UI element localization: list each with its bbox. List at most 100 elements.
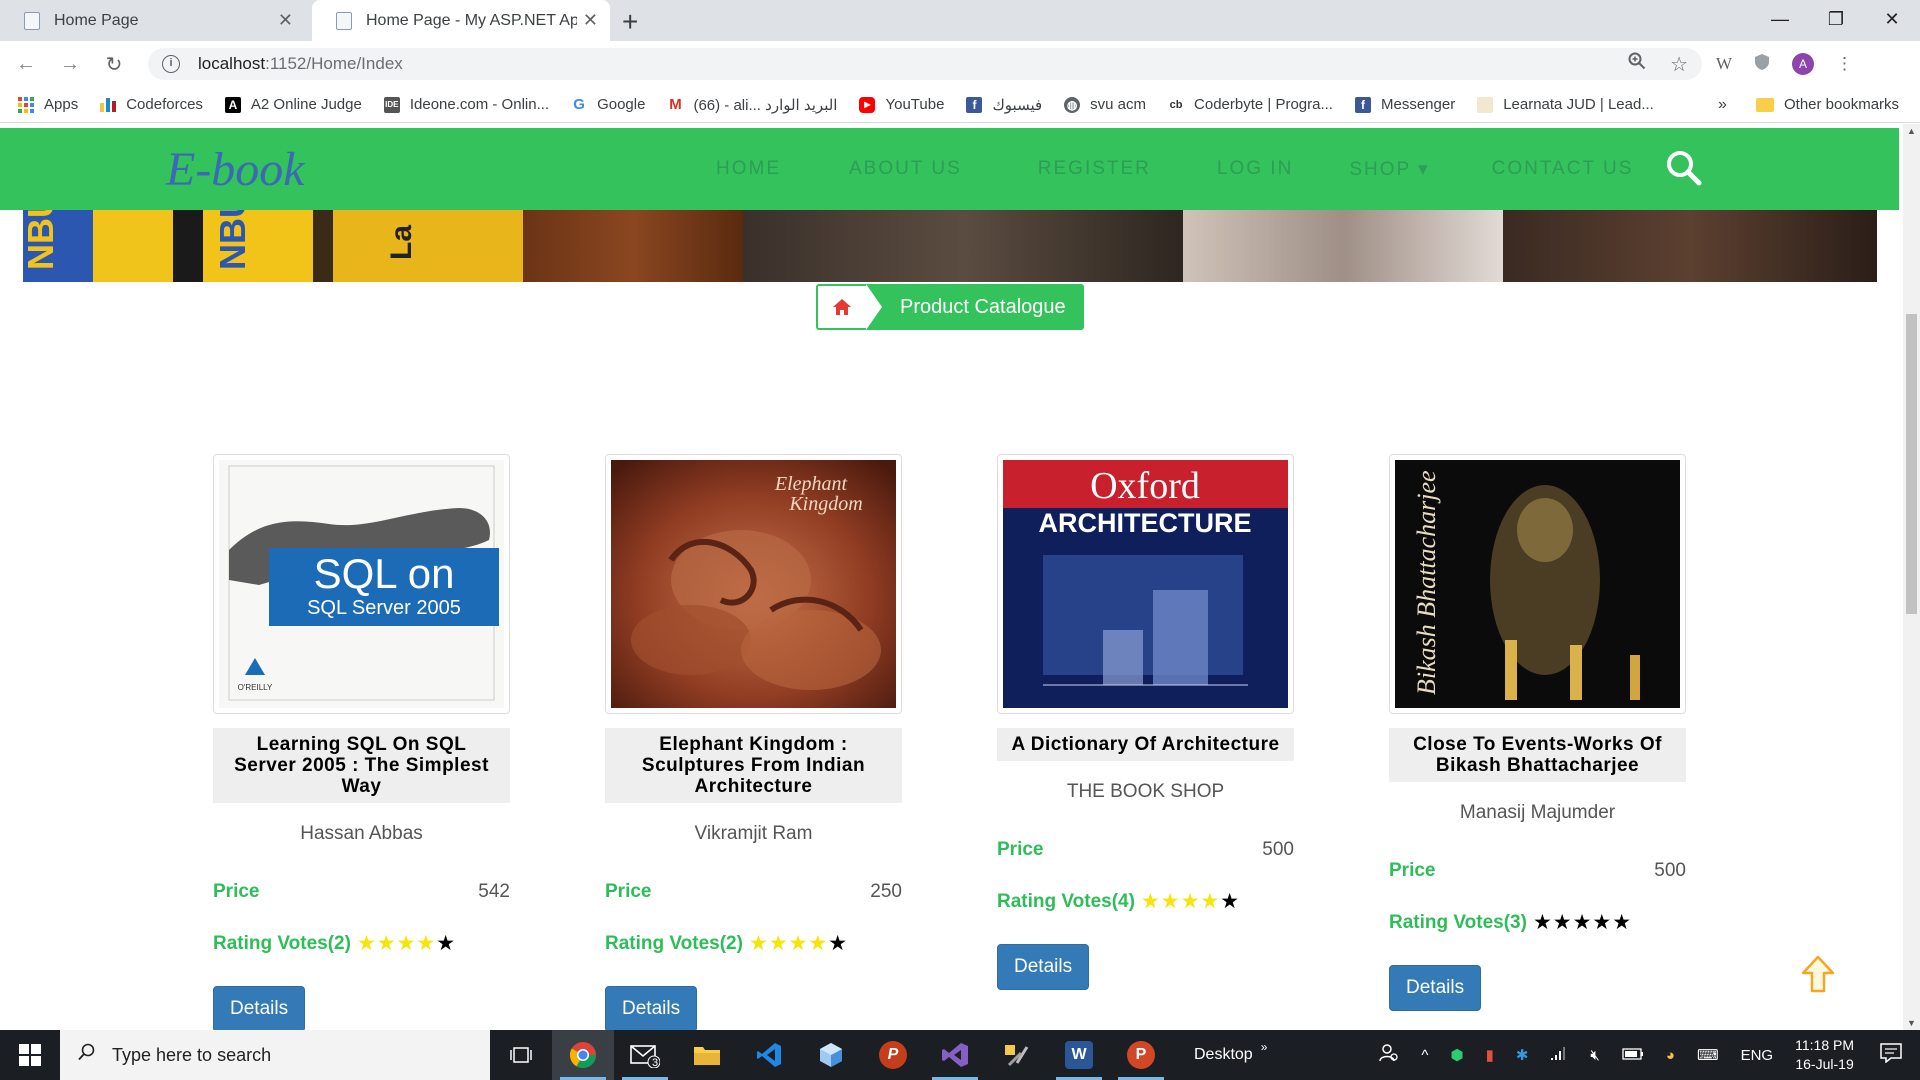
nav-log-in[interactable]: LOG IN [1217, 158, 1293, 181]
bookmark-ideone[interactable]: IDE Ideone.com - Onlin... [383, 96, 549, 113]
visual-studio-icon[interactable] [924, 1030, 986, 1080]
mail-taskbar-icon[interactable]: 3 [614, 1030, 676, 1080]
star-icon[interactable]: ★ [397, 932, 416, 955]
battery-icon[interactable] [1622, 1047, 1644, 1064]
rating-stars[interactable]: ★★★★★ [749, 931, 848, 956]
star-icon[interactable]: ★ [808, 932, 827, 955]
bookmark-messenger[interactable]: f Messenger [1354, 96, 1455, 113]
usb-device-icon[interactable]: ▮ [1486, 1046, 1494, 1064]
volume-muted-icon[interactable]: 🔇︎ [1590, 1047, 1599, 1064]
wikipedia-extension-icon[interactable]: W [1716, 54, 1732, 74]
chrome-taskbar-icon[interactable] [552, 1030, 614, 1080]
bookmark-gmail[interactable]: M (66) - ali... البريد الوارد [667, 96, 837, 114]
file-explorer-icon[interactable] [676, 1030, 738, 1080]
scroll-to-top-arrow-icon[interactable] [1800, 954, 1836, 999]
scroll-down-arrow-icon[interactable]: ▼ [1903, 1018, 1920, 1028]
nav-home[interactable]: HOME [716, 158, 781, 181]
keyboard-icon[interactable]: ⌨ [1697, 1046, 1719, 1064]
star-icon[interactable]: ★ [1181, 890, 1200, 913]
star-icon[interactable]: ★ [1612, 911, 1631, 934]
details-button[interactable]: Details [1389, 965, 1482, 1011]
star-icon[interactable]: ★ [769, 932, 788, 955]
zoom-icon[interactable] [1628, 52, 1646, 76]
bluetooth-icon[interactable]: ✱ [1516, 1046, 1529, 1064]
browser-menu-icon[interactable]: ⋮ [1836, 54, 1853, 74]
3d-viewer-icon[interactable] [800, 1030, 862, 1080]
star-icon[interactable]: ★ [789, 932, 808, 955]
bookmark-google[interactable]: G Google [571, 96, 645, 113]
nav-shop[interactable]: SHOP ▾ [1349, 158, 1429, 181]
scroll-up-arrow-icon[interactable]: ▲ [1903, 126, 1920, 136]
star-icon[interactable]: ★ [828, 932, 847, 955]
rating-stars[interactable]: ★★★★★ [1533, 910, 1632, 935]
maximize-button[interactable]: ❐ [1808, 0, 1864, 41]
home-icon[interactable] [816, 284, 866, 330]
star-icon[interactable]: ★ [357, 932, 376, 955]
rating-stars[interactable]: ★★★★★ [357, 931, 456, 956]
powerpoint-p-icon[interactable]: P [862, 1030, 924, 1080]
bookmark-svu-acm[interactable]: ◍ svu acm [1064, 96, 1146, 113]
product-title[interactable]: Learning SQL On SQL Server 2005 : The Si… [213, 728, 510, 803]
tools-icon[interactable] [986, 1030, 1048, 1080]
product-title[interactable]: Elephant Kingdom : Sculptures From India… [605, 728, 902, 803]
desktop-toolbar-label[interactable]: Desktop [1194, 1046, 1253, 1064]
bookmark-codeforces[interactable]: Codeforces [100, 96, 203, 113]
task-view-icon[interactable] [490, 1030, 552, 1080]
star-icon[interactable]: ★ [1592, 911, 1611, 934]
toolbar-expand-icon[interactable]: » [1261, 1040, 1268, 1054]
new-tab-button[interactable]: + [622, 6, 638, 38]
star-icon[interactable]: ★ [1161, 890, 1180, 913]
reload-icon[interactable]: ↻ [96, 52, 132, 77]
rating-stars[interactable]: ★★★★★ [1141, 889, 1240, 914]
oxford-architecture-book-cover[interactable]: Oxford ARCHITECTURE [997, 454, 1294, 714]
site-logo[interactable]: E-book [166, 142, 305, 197]
close-window-button[interactable]: ✕ [1864, 0, 1920, 41]
details-button[interactable]: Details [997, 944, 1090, 990]
people-icon[interactable] [1379, 1043, 1399, 1067]
security-shield-icon[interactable]: ⬢ [1450, 1046, 1463, 1064]
bookmarks-overflow-button[interactable]: » [1718, 96, 1727, 114]
star-icon[interactable]: ★ [377, 932, 396, 955]
bookmark-apps[interactable]: Apps [18, 96, 78, 113]
bookmark-coderbyte[interactable]: cb Coderbyte | Progra... [1168, 96, 1333, 113]
profile-avatar[interactable]: A [1792, 53, 1815, 75]
sql-server-book-cover[interactable]: SQL on SQL Server 2005 O'REILLY [213, 454, 510, 714]
star-icon[interactable]: ★ [1573, 911, 1592, 934]
notifications-icon[interactable] [1880, 1042, 1910, 1068]
bikash-bhattacharjee-book-cover[interactable]: Bikash Bhattacharjee [1389, 454, 1686, 714]
bookmark-a2-online-judge[interactable]: A A2 Online Judge [224, 96, 362, 113]
tab-home-page-asp[interactable]: Home Page - My ASP.NET Applic ✕ [312, 0, 610, 41]
nav-register[interactable]: REGISTER [1038, 158, 1151, 181]
bookmark-youtube[interactable]: ▶ YouTube [859, 96, 944, 113]
page-scrollbar[interactable]: ▲ ▼ [1903, 124, 1920, 1030]
word-icon[interactable]: W [1048, 1030, 1110, 1080]
bookmark-star-icon[interactable]: ☆ [1670, 52, 1688, 77]
bookmark-facebook[interactable]: f فيسبوك [966, 96, 1042, 114]
windows-start-icon[interactable] [0, 1030, 60, 1080]
star-icon[interactable]: ★ [436, 932, 455, 955]
taskbar-search-box[interactable]: Type here to search [60, 1030, 490, 1080]
close-tab-icon[interactable]: ✕ [278, 10, 293, 31]
power-plan-icon[interactable]: ◕ [1666, 1047, 1675, 1064]
product-title[interactable]: Close To Events-Works Of Bikash Bhattach… [1389, 728, 1686, 782]
address-bar[interactable]: i localhost:1152/Home/Index ☆ [148, 48, 1702, 80]
star-icon[interactable]: ★ [1141, 890, 1160, 913]
vscode-icon[interactable] [738, 1030, 800, 1080]
close-tab-icon[interactable]: ✕ [583, 10, 598, 31]
bookmark-learnata[interactable]: Learnata JUD | Lead... [1477, 96, 1654, 113]
other-bookmarks-folder[interactable]: Other bookmarks [1756, 96, 1899, 113]
site-info-icon[interactable]: i [162, 55, 180, 73]
scrollbar-thumb[interactable] [1906, 314, 1917, 614]
wifi-icon[interactable] [1550, 1045, 1568, 1065]
details-button[interactable]: Details [605, 986, 698, 1030]
star-icon[interactable]: ★ [416, 932, 435, 955]
star-icon[interactable]: ★ [1200, 890, 1219, 913]
star-icon[interactable]: ★ [1220, 890, 1239, 913]
language-indicator[interactable]: ENG [1741, 1047, 1774, 1064]
nav-about-us[interactable]: ABOUT US [849, 158, 962, 181]
product-title[interactable]: A Dictionary Of Architecture [997, 728, 1294, 761]
taskbar-clock[interactable]: 11:18 PM 16-Jul-19 [1795, 1036, 1854, 1074]
star-icon[interactable]: ★ [1553, 911, 1572, 934]
back-arrow-icon[interactable]: ← [8, 53, 44, 76]
details-button[interactable]: Details [213, 986, 306, 1030]
